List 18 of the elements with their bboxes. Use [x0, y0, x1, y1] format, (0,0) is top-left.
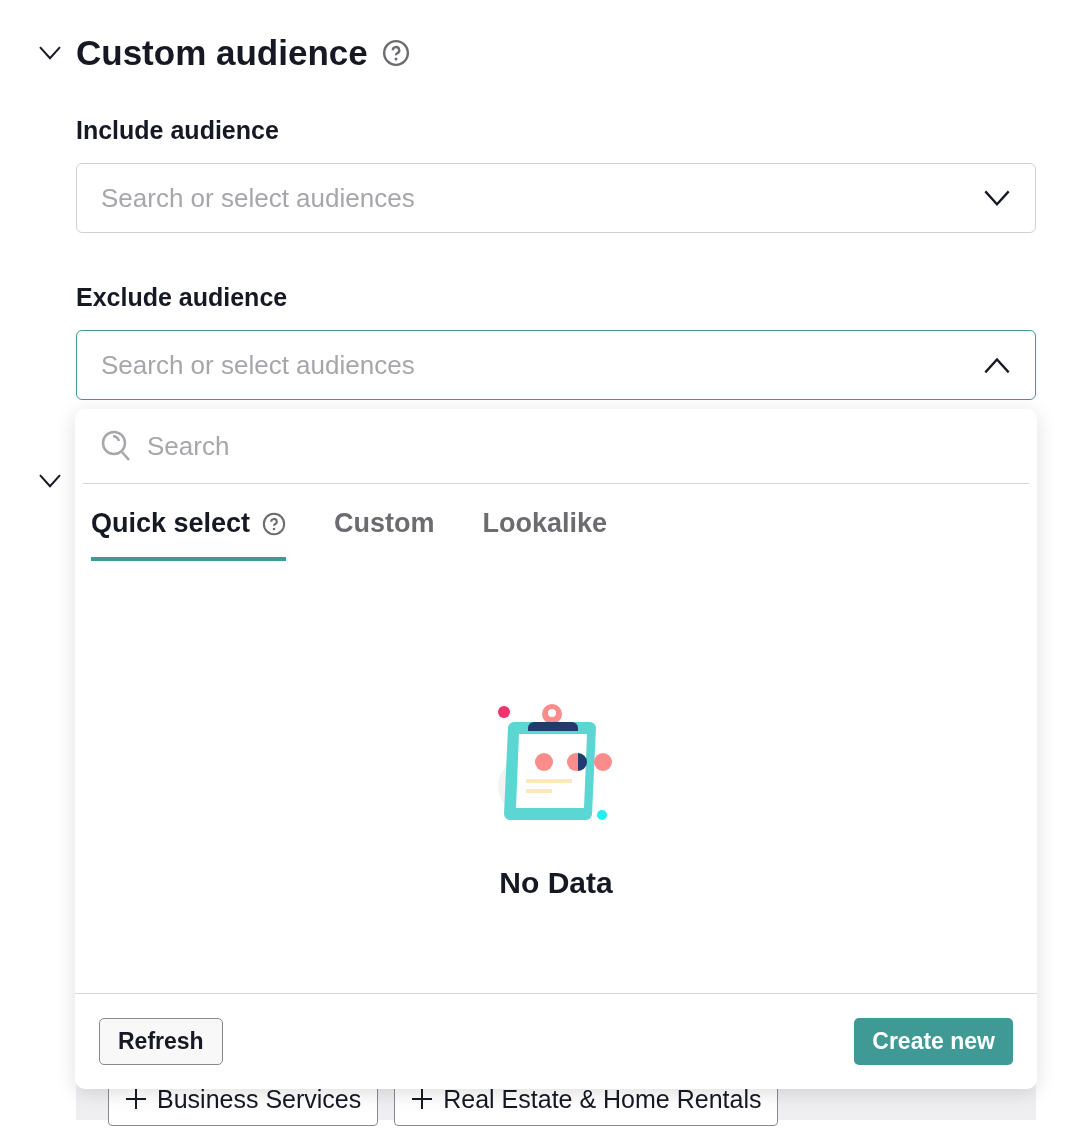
field-label: Include audience [76, 116, 280, 145]
chevron-icon[interactable] [38, 474, 62, 489]
create-button[interactable]: Create new [854, 1018, 1013, 1065]
help-icon[interactable] [262, 511, 287, 536]
tab[interactable]: Lookalike [482, 494, 608, 561]
field-label: Exclude audience [76, 283, 289, 312]
plus-icon [411, 1088, 434, 1111]
refresh-button[interactable]: Refresh [99, 1018, 223, 1065]
chevron-icon[interactable] [983, 189, 1011, 207]
search-icon [101, 430, 131, 462]
tab[interactable]: Custom [334, 494, 435, 561]
plus-icon [125, 1088, 147, 1111]
empty-text: No Data [499, 866, 613, 900]
section-title: Custom audience [76, 33, 368, 73]
chevron-icon[interactable] [38, 45, 62, 61]
help-icon[interactable] [381, 39, 410, 67]
chevron-icon[interactable] [983, 356, 1011, 374]
tab[interactable]: Quick select [91, 494, 287, 561]
